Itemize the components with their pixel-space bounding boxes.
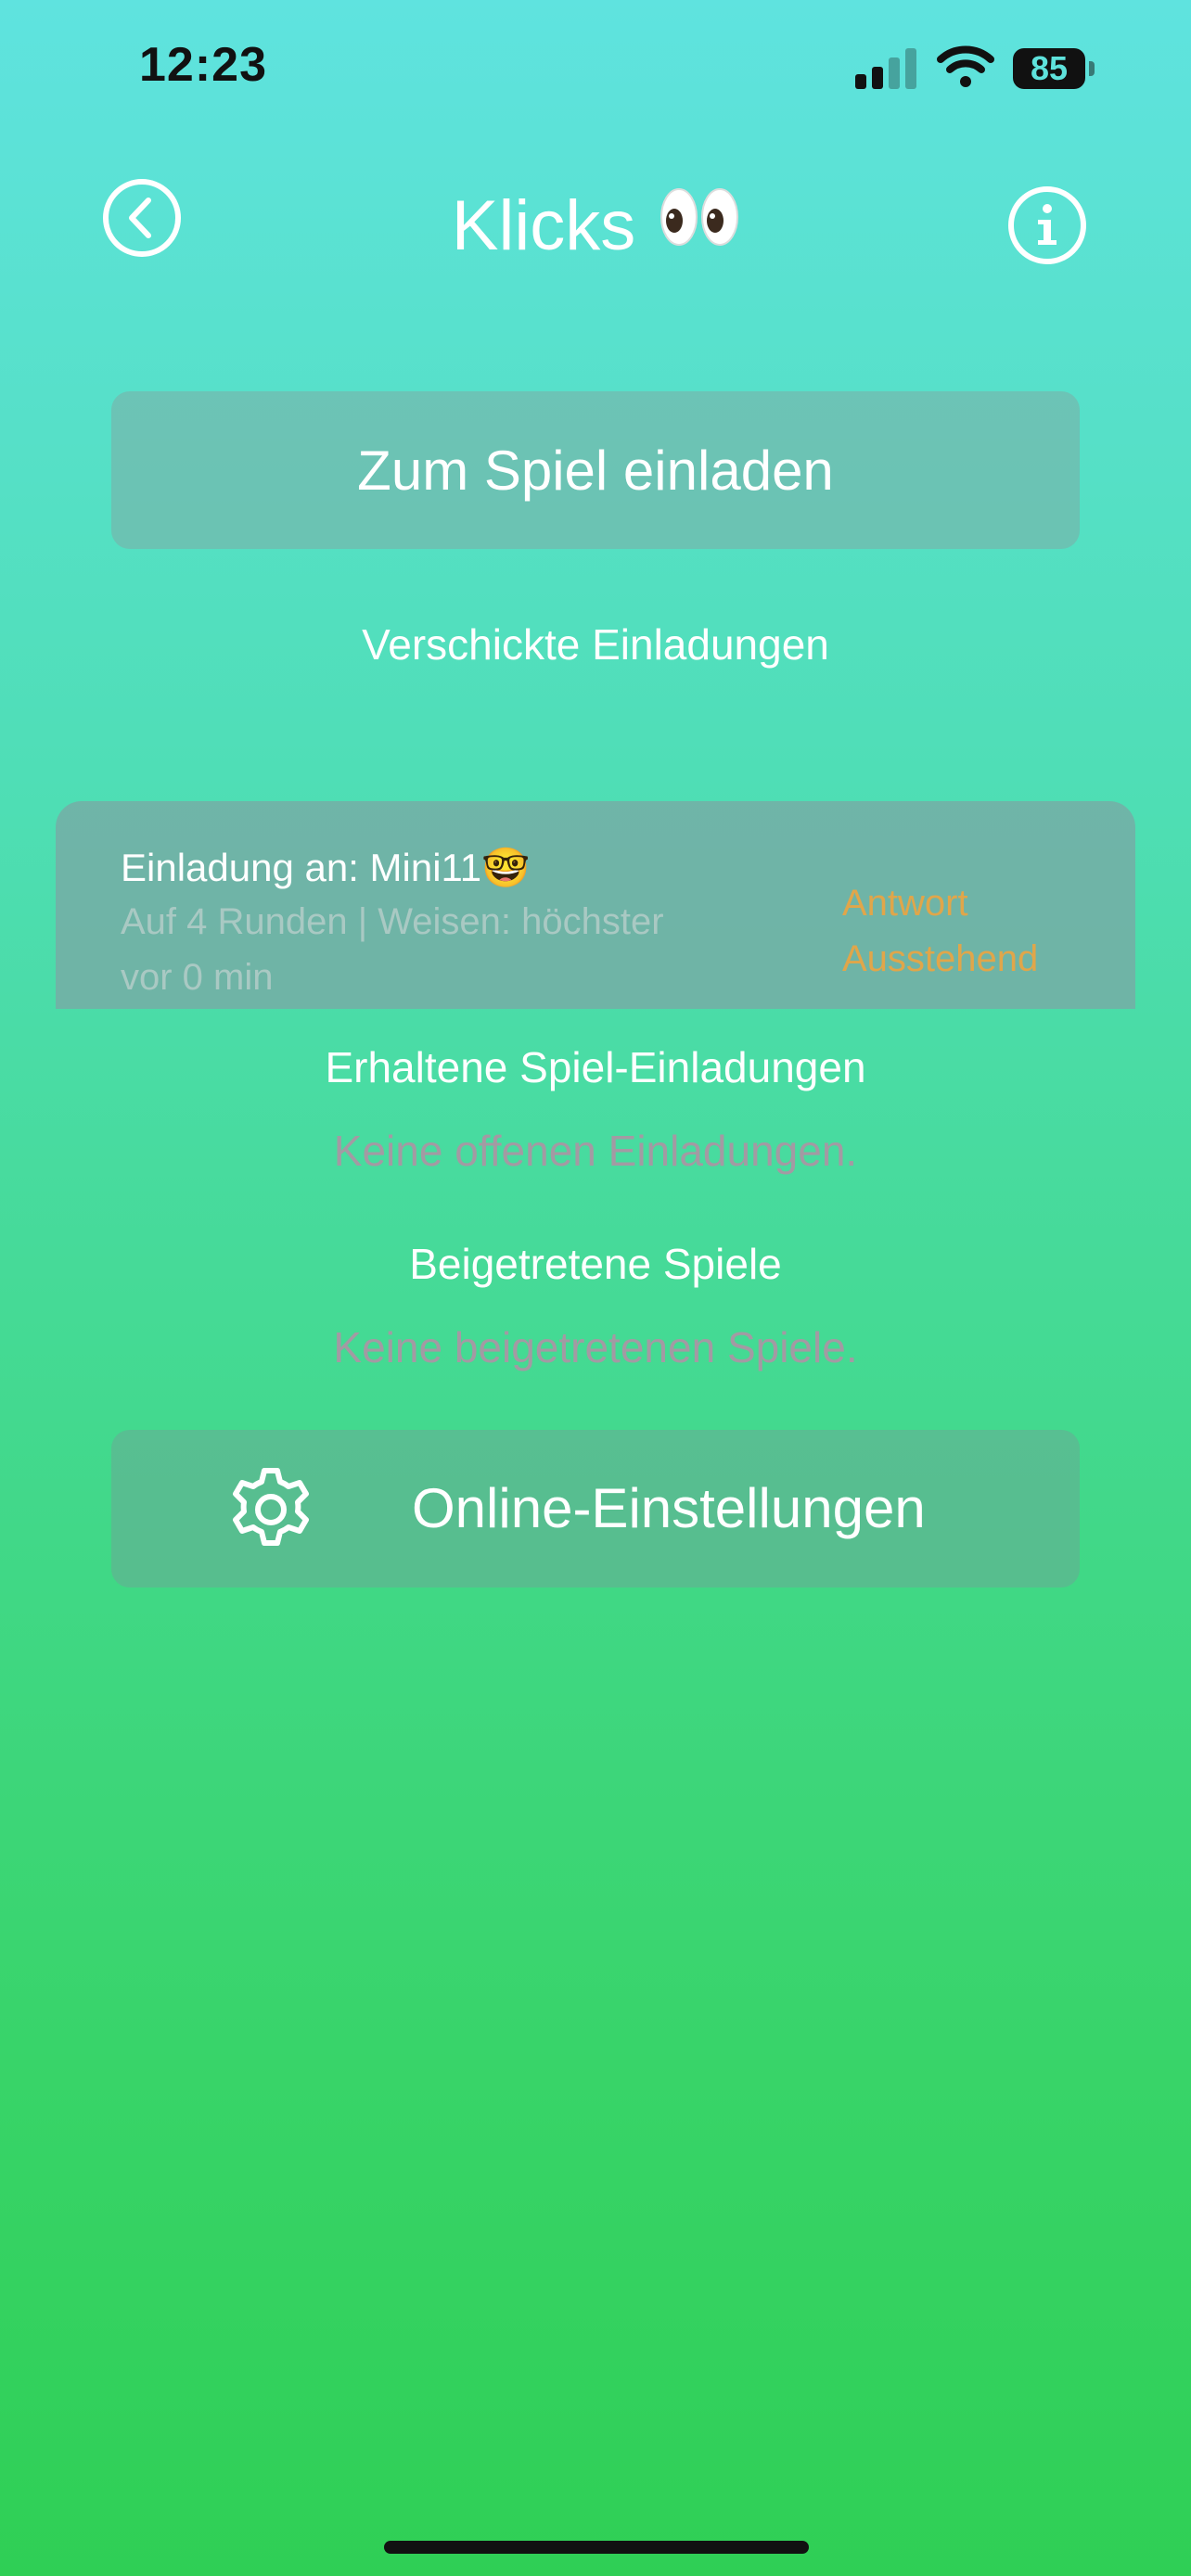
- battery-nub: [1089, 61, 1095, 76]
- invitation-details: Auf 4 Runden | Weisen: höchster: [121, 901, 664, 942]
- joined-games-heading: Beigetretene Spiele: [409, 1240, 782, 1288]
- received-invitations-heading: Erhaltene Spiel-Einladungen: [325, 1043, 866, 1091]
- invitation-recipient: Einladung an: Mini11🤓: [121, 846, 531, 889]
- cellular-signal-icon: [855, 48, 916, 89]
- info-button[interactable]: [1007, 185, 1087, 265]
- page-title-text: Klicks: [451, 186, 636, 265]
- wifi-icon: [937, 45, 994, 87]
- invitation-status: Antwort Ausstehend: [842, 875, 1038, 987]
- eyes-emoji-icon: [660, 183, 739, 263]
- joined-games-empty: Keine beigetretenen Spiele.: [333, 1323, 858, 1371]
- invite-to-game-button[interactable]: Zum Spiel einladen: [111, 391, 1080, 549]
- invitation-status-line1: Antwort: [842, 883, 968, 924]
- online-settings-button[interactable]: Online-Einstellungen: [111, 1430, 1080, 1588]
- sent-invitation-card[interactable]: Einladung an: Mini11🤓 Auf 4 Runden | Wei…: [56, 801, 1135, 1009]
- invitation-status-line2: Ausstehend: [842, 938, 1039, 979]
- battery-indicator: 85: [1013, 48, 1085, 89]
- received-invitations-empty: Keine offenen Einladungen.: [333, 1127, 858, 1175]
- home-indicator[interactable]: [384, 2541, 809, 2554]
- gear-icon: [233, 1468, 309, 1546]
- invitation-time: vor 0 min: [121, 957, 274, 998]
- online-settings-label: Online-Einstellungen: [412, 1477, 926, 1539]
- sent-invitations-heading: Verschickte Einladungen: [362, 620, 829, 669]
- status-time: 12:23: [139, 38, 267, 92]
